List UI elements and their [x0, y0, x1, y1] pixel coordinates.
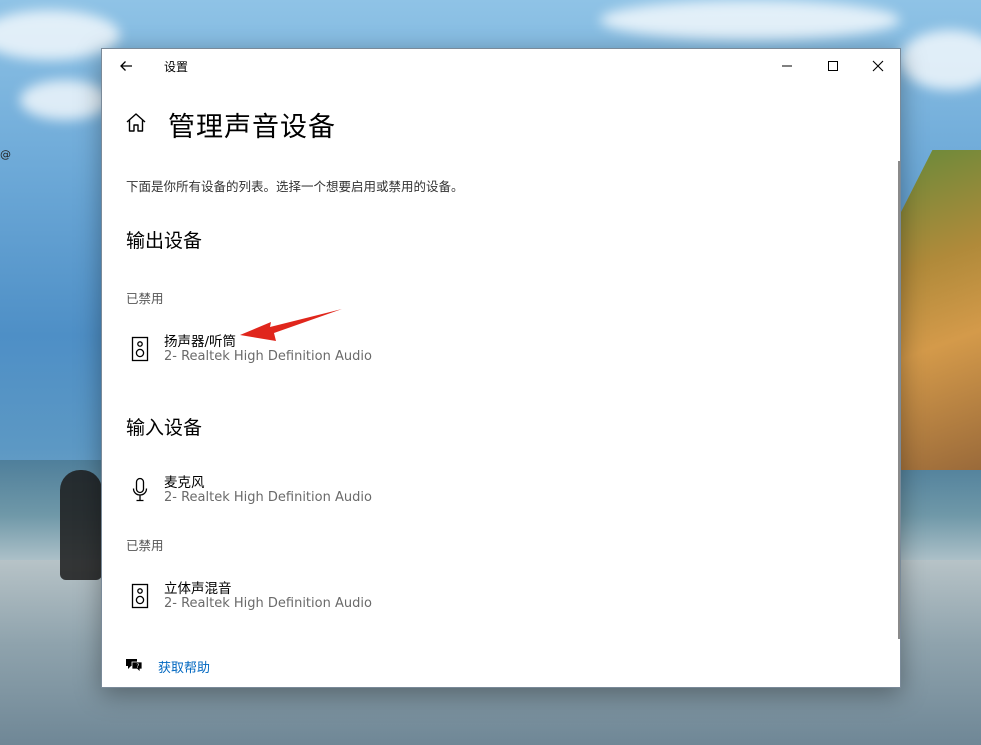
settings-window: 设置 管理声音设备 下面是你所有设备的列表。选择一个想要启用或禁用的设备。 输出…: [101, 48, 901, 688]
home-button[interactable]: [124, 111, 148, 135]
page-description: 下面是你所有设备的列表。选择一个想要启用或禁用的设备。: [126, 179, 464, 194]
page-title: 管理声音设备: [168, 112, 336, 143]
chat-help-icon: ?: [126, 659, 143, 673]
runner-silhouette: [60, 470, 102, 580]
device-name: 立体声混音: [164, 581, 232, 597]
home-icon: [126, 113, 146, 132]
window-title: 设置: [164, 60, 189, 74]
output-disabled-label: 已禁用: [126, 291, 164, 306]
input-disabled-label: 已禁用: [126, 538, 164, 553]
speaker-icon: [131, 336, 149, 362]
cloud: [900, 30, 981, 90]
maximize-button[interactable]: [810, 49, 856, 83]
close-icon: [872, 60, 884, 72]
device-driver: 2- Realtek High Definition Audio: [164, 596, 372, 611]
desktop-glyph: @: [0, 148, 11, 161]
maximize-icon: [828, 61, 838, 71]
svg-text:?: ?: [136, 663, 139, 670]
device-driver: 2- Realtek High Definition Audio: [164, 349, 372, 364]
speaker-icon: [131, 583, 149, 609]
back-arrow-icon: [120, 61, 132, 71]
device-name: 扬声器/听筒: [164, 334, 237, 350]
cloud: [600, 0, 900, 40]
device-driver: 2- Realtek High Definition Audio: [164, 490, 372, 505]
cloud: [20, 80, 110, 120]
cliff: [900, 150, 981, 470]
output-devices-heading: 输出设备: [126, 230, 203, 252]
input-devices-heading: 输入设备: [126, 417, 203, 439]
back-button[interactable]: [112, 53, 140, 79]
scrollbar[interactable]: [898, 161, 900, 639]
get-help-label: 获取帮助: [158, 661, 211, 676]
microphone-icon: [132, 477, 148, 502]
device-speaker-headphone[interactable]: 扬声器/听筒 2- Realtek High Definition Audio: [126, 328, 526, 372]
close-button[interactable]: [855, 49, 901, 83]
minimize-button[interactable]: [764, 49, 810, 83]
device-name: 麦克风: [164, 475, 205, 491]
device-stereo-mix[interactable]: 立体声混音 2- Realtek High Definition Audio: [126, 575, 526, 619]
device-microphone[interactable]: 麦克风 2- Realtek High Definition Audio: [126, 469, 526, 513]
title-bar: 设置: [102, 49, 900, 83]
minimize-icon: [782, 65, 792, 67]
